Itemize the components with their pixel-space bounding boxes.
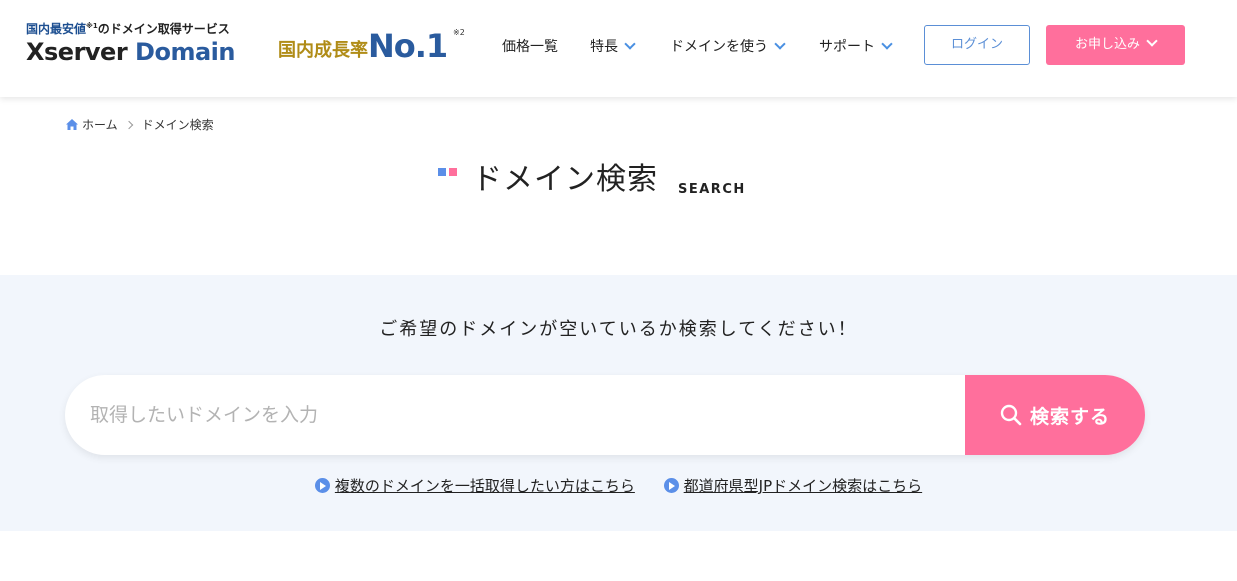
site-header: 国内最安値※1のドメイン取得サービス Xserver Domain 国内成長率N… [0, 0, 1237, 97]
chevron-down-icon [1146, 35, 1158, 47]
chevron-down-icon [881, 38, 893, 50]
logo-brand: Xserver Domain [26, 38, 235, 66]
page-heading: ドメイン検索 SEARCH [438, 160, 746, 200]
arrow-circle-icon [663, 478, 679, 493]
page-subtitle: SEARCH [678, 182, 746, 197]
site-logo[interactable]: 国内最安値※1のドメイン取得サービス Xserver Domain [26, 20, 235, 66]
apply-button[interactable]: お申し込み [1046, 25, 1185, 65]
search-icon [1000, 404, 1022, 426]
nav-item-features[interactable]: 特長 [590, 36, 636, 56]
chevron-down-icon [774, 38, 786, 50]
nav-item-support[interactable]: サポート [819, 36, 893, 56]
breadcrumb-home[interactable]: ホーム [82, 116, 118, 133]
search-section: ご希望のドメインが空いているか検索してください！ 検索する 複数のドメインを一括… [0, 275, 1237, 531]
nav-item-price-list[interactable]: 価格一覧 [502, 36, 558, 56]
breadcrumb: ホーム ドメイン検索 [66, 116, 214, 133]
prefecture-jp-domain-link[interactable]: 都道府県型JPドメイン検索はこちら [663, 475, 922, 496]
nav-item-use-domain[interactable]: ドメインを使う [670, 36, 786, 56]
login-button[interactable]: ログイン [924, 25, 1030, 65]
chevron-right-icon [124, 120, 133, 129]
arrow-circle-icon [314, 478, 330, 493]
growth-badge: 国内成長率No.1 ※2 [278, 27, 465, 65]
search-button[interactable]: 検索する [965, 375, 1145, 455]
search-lead-text: ご希望のドメインが空いているか検索してください！ [379, 319, 858, 340]
breadcrumb-current: ドメイン検索 [141, 118, 214, 132]
decor-square-pink [449, 168, 457, 176]
decor-square-blue [438, 168, 446, 176]
search-links: 複数のドメインを一括取得したい方はこちら 都道府県型JPドメイン検索はこちら [0, 475, 1237, 497]
domain-search-input[interactable] [65, 375, 965, 455]
home-icon [66, 119, 78, 130]
search-box: 検索する [65, 375, 1145, 455]
page-title: ドメイン検索 [472, 162, 658, 197]
logo-tagline: 国内最安値※1のドメイン取得サービス [26, 22, 230, 36]
bulk-domain-link[interactable]: 複数のドメインを一括取得したい方はこちら [314, 475, 635, 496]
chevron-down-icon [624, 38, 636, 50]
